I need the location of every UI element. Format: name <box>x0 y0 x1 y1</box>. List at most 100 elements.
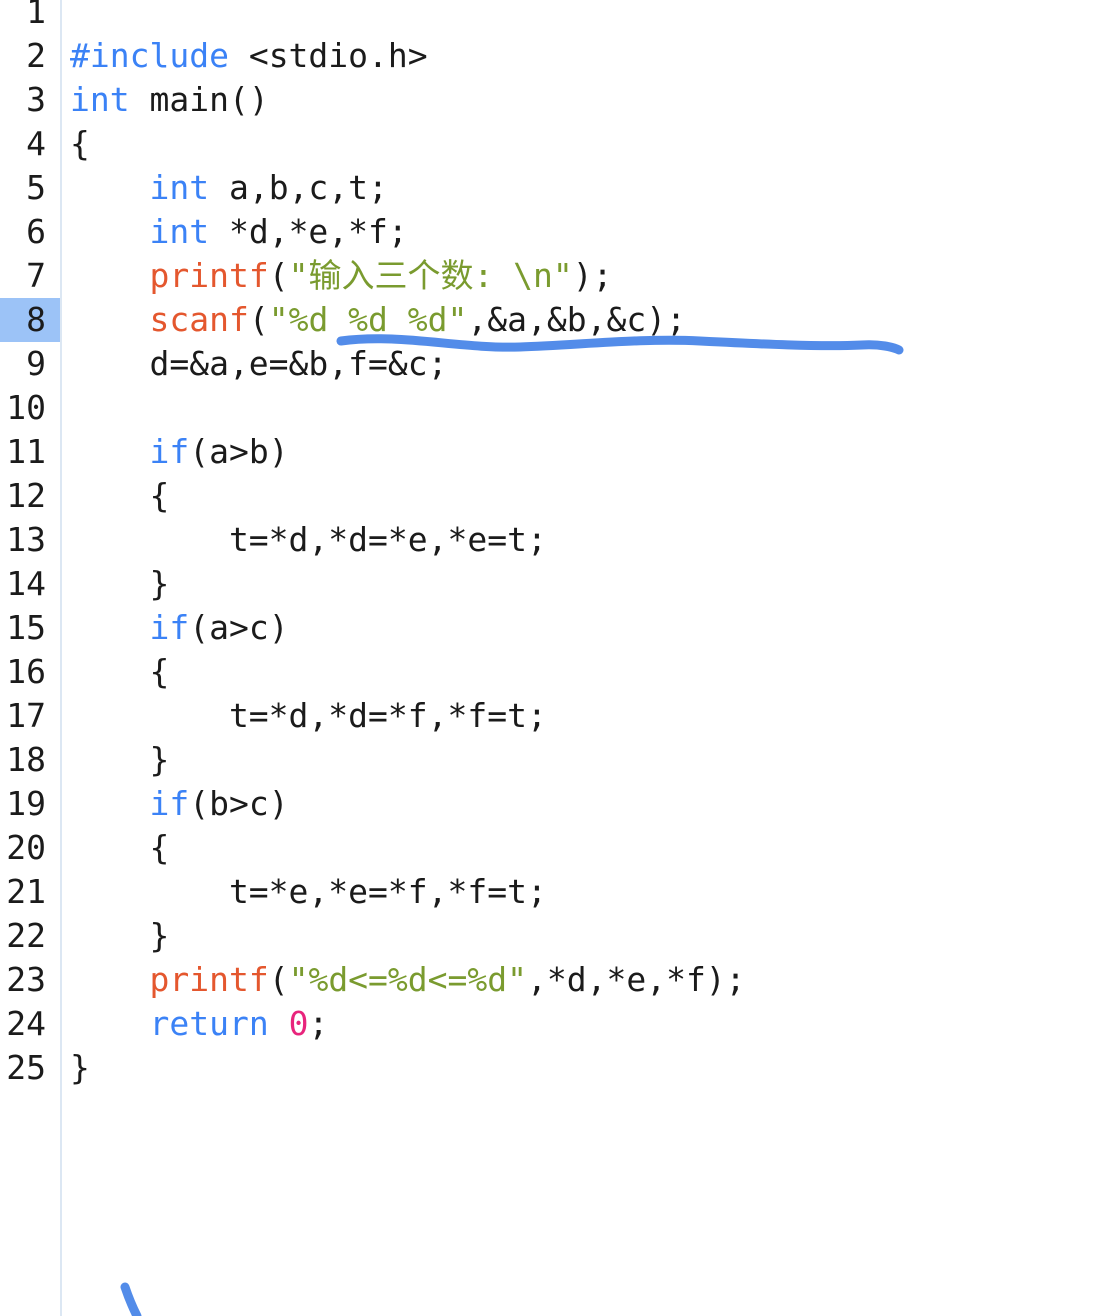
code-line-24[interactable]: return 0; <box>62 1002 1102 1046</box>
token-plain: ( <box>248 300 269 339</box>
code-line-4[interactable]: { <box>62 122 1102 166</box>
token-plain: ( <box>268 256 289 295</box>
line-number-21[interactable]: 21 <box>0 870 60 914</box>
token-plain: ); <box>572 256 613 295</box>
token-plain: d=&a,e=&b,f=&c; <box>70 344 448 383</box>
line-number-23[interactable]: 23 <box>0 958 60 1002</box>
code-line-18[interactable]: } <box>62 738 1102 782</box>
code-line-7[interactable]: printf("输入三个数: \n"); <box>62 254 1102 298</box>
token-kw: #include <box>70 36 229 75</box>
token-plain: } <box>70 740 170 779</box>
code-line-11[interactable]: if(a>b) <box>62 430 1102 474</box>
code-line-16[interactable]: { <box>62 650 1102 694</box>
code-line-6[interactable]: int *d,*e,*f; <box>62 210 1102 254</box>
line-number-19[interactable]: 19 <box>0 782 60 826</box>
code-line-20[interactable]: { <box>62 826 1102 870</box>
token-plain: ,&a,&b,&c); <box>467 300 686 339</box>
token-kw: int <box>70 80 130 119</box>
line-number-8[interactable]: 8 <box>0 298 60 342</box>
token-plain: ; <box>308 1004 329 1043</box>
line-number-2[interactable]: 2 <box>0 34 60 78</box>
token-kw: if <box>149 784 190 823</box>
code-content-area[interactable]: #include <stdio.h> int main(){ int a,b,c,… <box>62 0 1102 1316</box>
token-plain: } <box>70 1048 90 1087</box>
line-number-18[interactable]: 18 <box>0 738 60 782</box>
token-plain: { <box>70 124 90 163</box>
code-line-19[interactable]: if(b>c) <box>62 782 1102 826</box>
token-kw: int <box>149 212 210 251</box>
token-plain: main() <box>129 80 269 119</box>
token-plain: *d,*e,*f; <box>209 212 408 251</box>
code-line-5[interactable]: int a,b,c,t; <box>62 166 1102 210</box>
line-number-4[interactable]: 4 <box>0 122 60 166</box>
line-number-6[interactable]: 6 <box>0 210 60 254</box>
token-plain: { <box>70 476 170 515</box>
token-plain: } <box>70 916 170 955</box>
token-plain: (a>b) <box>189 432 289 471</box>
token-plain: a,b,c,t; <box>209 168 388 207</box>
line-number-7[interactable]: 7 <box>0 254 60 298</box>
token-plain: ,*d,*e,*f); <box>527 960 746 999</box>
token-plain: (b>c) <box>189 784 289 823</box>
code-line-1[interactable] <box>62 0 1102 34</box>
code-line-21[interactable]: t=*e,*e=*f,*f=t; <box>62 870 1102 914</box>
line-number-1[interactable]: 1 <box>0 0 60 34</box>
token-plain: <stdio.h> <box>228 36 428 75</box>
token-str: "%d %d %d" <box>268 300 468 339</box>
line-number-16[interactable]: 16 <box>0 650 60 694</box>
code-line-23[interactable]: printf("%d<=%d<=%d",*d,*e,*f); <box>62 958 1102 1002</box>
token-fn: scanf <box>149 300 249 339</box>
line-number-17[interactable]: 17 <box>0 694 60 738</box>
token-plain: { <box>70 828 170 867</box>
code-line-9[interactable]: d=&a,e=&b,f=&c; <box>62 342 1102 386</box>
line-number-gutter: 1 2 3 4 5 6 7 8 9 10 11 12 13 14 15 16 17 18 19 20 21 22 23 24 2… <box>0 0 62 1316</box>
code-line-2[interactable]: #include <stdio.h> <box>62 34 1102 78</box>
token-kw: if <box>149 432 190 471</box>
token-plain: ( <box>268 960 289 999</box>
token-num: 0 <box>288 1004 309 1043</box>
line-number-12[interactable]: 12 <box>0 474 60 518</box>
token-kw: if <box>149 608 190 647</box>
line-number-9[interactable]: 9 <box>0 342 60 386</box>
token-str: "%d<=%d<=%d" <box>288 960 527 999</box>
code-line-8[interactable]: scanf("%d %d %d",&a,&b,&c); <box>62 298 1102 342</box>
code-line-3[interactable]: int main() <box>62 78 1102 122</box>
token-plain: t=*e,*e=*f,*f=t; <box>70 872 547 911</box>
token-plain: } <box>70 564 170 603</box>
token-plain: t=*d,*d=*e,*e=t; <box>70 520 547 559</box>
line-number-11[interactable]: 11 <box>0 430 60 474</box>
code-editor-pane[interactable]: 1 2 3 4 5 6 7 8 9 10 11 12 13 14 15 16 17 18 19 20 21 22 23 24 2… <box>0 0 1102 1316</box>
token-fn: printf <box>149 256 269 295</box>
line-number-22[interactable]: 22 <box>0 914 60 958</box>
code-line-12[interactable]: { <box>62 474 1102 518</box>
line-number-15[interactable]: 15 <box>0 606 60 650</box>
code-line-15[interactable]: if(a>c) <box>62 606 1102 650</box>
line-number-24[interactable]: 24 <box>0 1002 60 1046</box>
line-number-25[interactable]: 25 <box>0 1046 60 1090</box>
code-line-17[interactable]: t=*d,*d=*f,*f=t; <box>62 694 1102 738</box>
code-line-22[interactable]: } <box>62 914 1102 958</box>
code-line-14[interactable]: } <box>62 562 1102 606</box>
token-fn: printf <box>149 960 269 999</box>
line-number-13[interactable]: 13 <box>0 518 60 562</box>
token-str: "输入三个数: \n" <box>288 256 573 295</box>
line-number-5[interactable]: 5 <box>0 166 60 210</box>
token-kw: return <box>149 1004 269 1043</box>
line-number-20[interactable]: 20 <box>0 826 60 870</box>
token-plain: (a>c) <box>189 608 289 647</box>
token-kw: int <box>149 168 210 207</box>
code-line-10[interactable] <box>62 386 1102 430</box>
code-line-13[interactable]: t=*d,*d=*e,*e=t; <box>62 518 1102 562</box>
code-line-25[interactable]: } <box>62 1046 1102 1090</box>
line-number-3[interactable]: 3 <box>0 78 60 122</box>
line-number-10[interactable]: 10 <box>0 386 60 430</box>
line-number-14[interactable]: 14 <box>0 562 60 606</box>
